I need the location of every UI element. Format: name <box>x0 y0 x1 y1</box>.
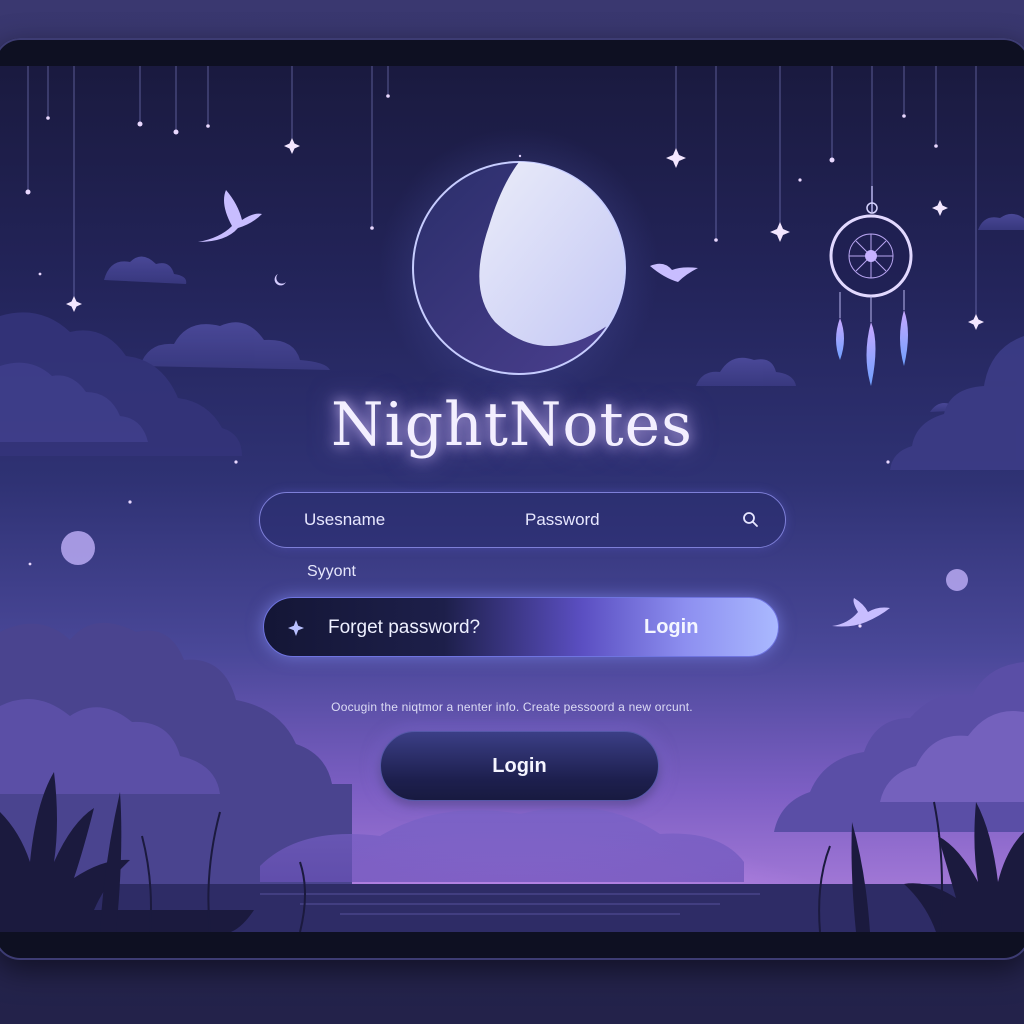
sparkle-icon <box>288 620 304 636</box>
planet-right <box>946 569 968 591</box>
inline-login-button[interactable]: Login <box>644 616 698 639</box>
crescent-moon-icon <box>412 161 626 375</box>
login-button[interactable]: Login <box>380 731 659 801</box>
signup-footnote: Oocugin the niqtmor a nenter info. Creat… <box>331 700 693 714</box>
password-label[interactable]: Password <box>525 510 600 530</box>
planet-left <box>61 531 95 565</box>
app-screen: NightNotes Usesname Password Syyont Forg… <box>0 66 1024 932</box>
app-title: NightNotes <box>331 390 693 460</box>
forgot-password-bar[interactable]: Forget password? Login <box>263 597 779 657</box>
device-background: NightNotes Usesname Password Syyont Forg… <box>0 0 1024 1024</box>
dreamcatcher-icon <box>829 186 913 386</box>
search-icon[interactable] <box>740 509 762 531</box>
credentials-field[interactable]: Usesname Password <box>259 492 786 548</box>
tiny-moon <box>274 274 286 286</box>
username-label[interactable]: Usesname <box>304 510 385 530</box>
helper-text: Syyont <box>307 563 356 580</box>
forgot-password-link[interactable]: Forget password? <box>328 617 480 639</box>
